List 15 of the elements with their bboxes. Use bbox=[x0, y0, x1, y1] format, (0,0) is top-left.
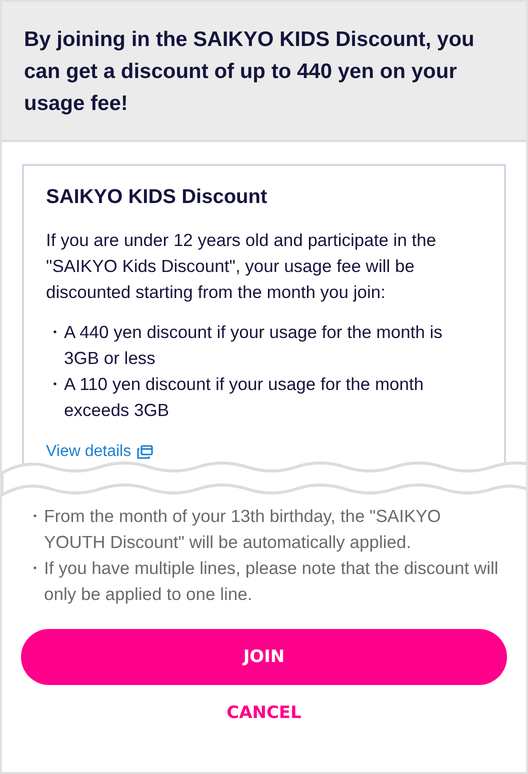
cancel-button[interactable]: CANCEL bbox=[218, 699, 310, 727]
note-text: From the month of your 13th birthday, the "SAIKYO YOUTH Discount" will be automatically applied. bbox=[44, 505, 442, 554]
join-button[interactable]: JOIN bbox=[21, 629, 507, 685]
header-title: By joining in the SAIKYO KIDS Discount, you can get a discount of up to 440 yen on your usage fee! bbox=[24, 27, 476, 117]
card-title: SAIKYO KIDS Discount bbox=[46, 186, 268, 209]
external-window-icon bbox=[137, 445, 154, 459]
discount-item: A 110 yen discount if your usage for the month exceeds 3GB bbox=[64, 373, 425, 422]
bullet: ・ bbox=[46, 321, 64, 344]
card-description: If you are under 12 years old and participate in the "SAIKYO Kids Discount", your usage fee will be discounted starting from the month you join: bbox=[46, 229, 438, 304]
bullet: ・ bbox=[46, 373, 64, 396]
view-details-link[interactable]: View details bbox=[46, 443, 154, 461]
note-text: If you have multiple lines, please note that the discount will only be applied to one line. bbox=[44, 557, 500, 606]
bullet: ・ bbox=[26, 505, 44, 528]
discount-item: A 440 yen discount if your usage for the month is 3GB or less bbox=[64, 321, 444, 370]
bullet: ・ bbox=[26, 557, 44, 580]
